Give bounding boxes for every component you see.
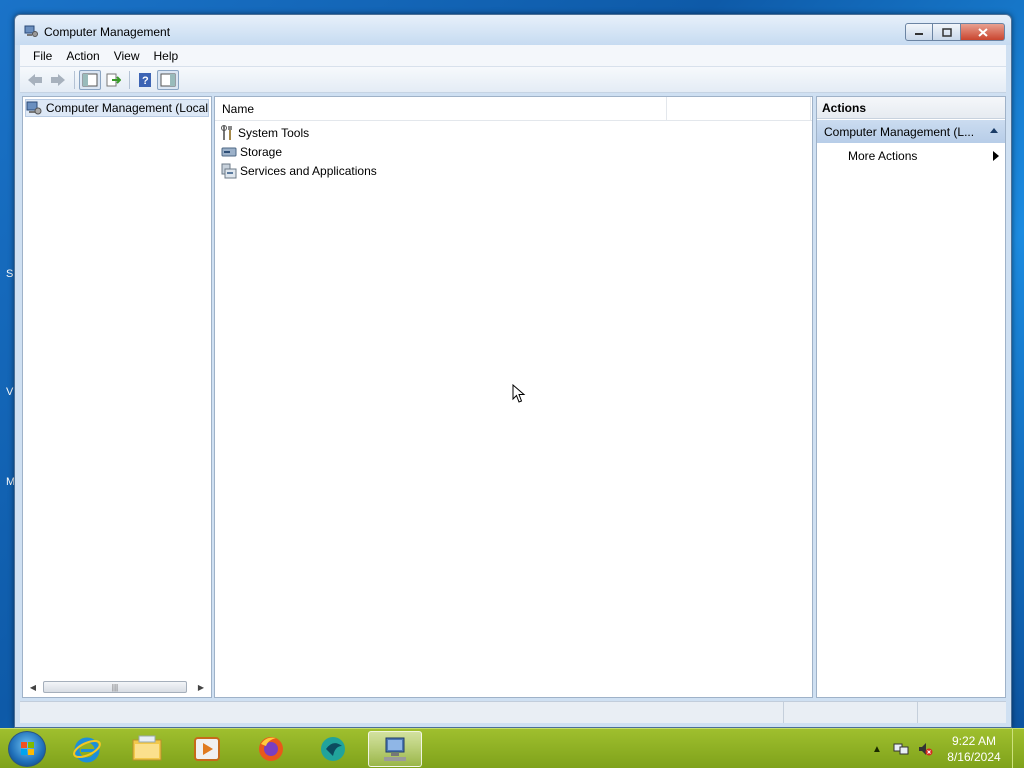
- list-item-label: System Tools: [238, 125, 310, 140]
- column-header-name[interactable]: Name: [215, 97, 667, 120]
- show-hide-console-tree-icon: [82, 73, 98, 86]
- storage-icon: [221, 147, 237, 156]
- forward-arrow-icon: [51, 73, 65, 86]
- show-hide-console-tree-button[interactable]: [79, 69, 101, 90]
- taskbar-firefox[interactable]: [244, 731, 298, 767]
- system-tray: ▲ 9:22 AM 8/16/2024: [868, 729, 1024, 768]
- internet-explorer-icon: [73, 737, 101, 763]
- taskbar-internet-explorer[interactable]: [60, 731, 114, 767]
- network-icon[interactable]: [892, 740, 910, 758]
- menu-help[interactable]: Help: [147, 49, 186, 63]
- taskbar-media-player[interactable]: [180, 731, 234, 767]
- clock[interactable]: 9:22 AM 8/16/2024: [940, 733, 1008, 765]
- title-bar[interactable]: Computer Management: [15, 15, 1011, 45]
- window-title: Computer Management: [44, 25, 171, 39]
- tree-root-label: Computer Management (Local: [45, 101, 208, 115]
- show-hide-action-pane-icon: [160, 73, 176, 86]
- show-hide-action-pane-button[interactable]: [157, 69, 179, 90]
- taskbar-file-explorer[interactable]: [120, 731, 174, 767]
- minimize-button[interactable]: [905, 23, 933, 41]
- horizontal-scrollbar[interactable]: ◀ ||| ▶: [25, 679, 209, 695]
- system-tools-icon: [221, 124, 232, 140]
- computer-management-window: Computer Management File Action View Hel…: [14, 14, 1012, 728]
- menu-file[interactable]: File: [26, 49, 59, 63]
- start-button[interactable]: [8, 731, 46, 767]
- computer-management-icon: [24, 25, 38, 37]
- clock-time: 9:22 AM: [951, 734, 997, 748]
- list-item-label: Services and Applications: [240, 163, 377, 178]
- clock-date: 8/16/2024: [947, 750, 1001, 764]
- actions-header: Actions: [817, 97, 1005, 119]
- actions-section-header[interactable]: Computer Management (L...: [817, 120, 1005, 143]
- volume-muted-icon[interactable]: [916, 740, 934, 758]
- taskbar-computer-management[interactable]: [368, 731, 422, 767]
- list-item[interactable]: System Tools: [221, 123, 377, 142]
- taskbar-app[interactable]: [306, 731, 360, 767]
- computer-management-taskbar-icon: [384, 737, 406, 761]
- scroll-right-icon[interactable]: ▶: [193, 679, 209, 695]
- services-applications-icon: [221, 163, 237, 178]
- firefox-icon: [259, 737, 283, 761]
- svg-text:?: ?: [142, 75, 149, 87]
- mouse-cursor-icon: [512, 384, 526, 403]
- list-item[interactable]: Services and Applications: [221, 161, 377, 180]
- more-actions-label: More Actions: [848, 149, 918, 163]
- list-item[interactable]: Storage: [221, 142, 377, 161]
- export-list-icon: [106, 73, 121, 86]
- menu-bar: File Action View Help: [20, 45, 1006, 67]
- status-cell: [784, 702, 918, 723]
- status-cell: [20, 702, 784, 723]
- scrollbar-thumb[interactable]: |||: [43, 681, 187, 693]
- status-cell: [918, 702, 1004, 723]
- toolbar-separator: [129, 70, 130, 89]
- scroll-left-icon[interactable]: ◀: [25, 679, 41, 695]
- forward-button[interactable]: [47, 70, 69, 90]
- show-desktop-button[interactable]: [1012, 729, 1024, 768]
- volume-muted-icon-glyph: [919, 743, 933, 756]
- actions-pane: Actions Computer Management (L... More A…: [816, 96, 1006, 698]
- submenu-arrow-icon: [993, 151, 999, 161]
- windows-logo-icon: [21, 742, 34, 755]
- show-hidden-icons-icon[interactable]: ▲: [868, 740, 886, 758]
- export-list-button[interactable]: [102, 70, 124, 90]
- menu-view[interactable]: View: [107, 49, 147, 63]
- back-arrow-icon: [28, 73, 42, 86]
- taskbar: ▲ 9:22 AM 8/16/2024: [0, 728, 1024, 768]
- tree-root-node[interactable]: Computer Management (Local: [25, 99, 209, 117]
- back-button[interactable]: [24, 70, 46, 90]
- network-icon-glyph: [893, 743, 909, 755]
- console-tree-pane: Computer Management (Local ◀ ||| ▶: [22, 96, 212, 698]
- minimize-icon: [915, 33, 923, 35]
- list-item-label: Storage: [240, 144, 283, 159]
- maximize-button[interactable]: [933, 23, 961, 41]
- toolbar: ?: [20, 67, 1006, 93]
- column-header-row: Name: [215, 97, 812, 121]
- media-player-icon: [194, 737, 220, 761]
- help-icon: ?: [139, 72, 151, 87]
- column-header-empty[interactable]: [667, 97, 811, 120]
- more-actions-item[interactable]: More Actions: [848, 147, 999, 165]
- maximize-icon: [941, 27, 952, 37]
- status-bar: [20, 701, 1006, 723]
- collapse-up-icon[interactable]: [989, 127, 999, 133]
- help-button[interactable]: ?: [134, 70, 156, 90]
- close-icon: [977, 27, 988, 37]
- menu-action[interactable]: Action: [59, 49, 106, 63]
- close-button[interactable]: [961, 23, 1005, 41]
- file-explorer-icon: [132, 735, 162, 761]
- actions-section-title: Computer Management (L...: [824, 124, 975, 139]
- app-icon: [321, 737, 345, 761]
- computer-management-icon: [26, 101, 42, 115]
- desktop-edge-glyph: V: [6, 386, 14, 398]
- desktop-edge-glyph: S: [6, 268, 14, 280]
- toolbar-separator: [74, 70, 75, 89]
